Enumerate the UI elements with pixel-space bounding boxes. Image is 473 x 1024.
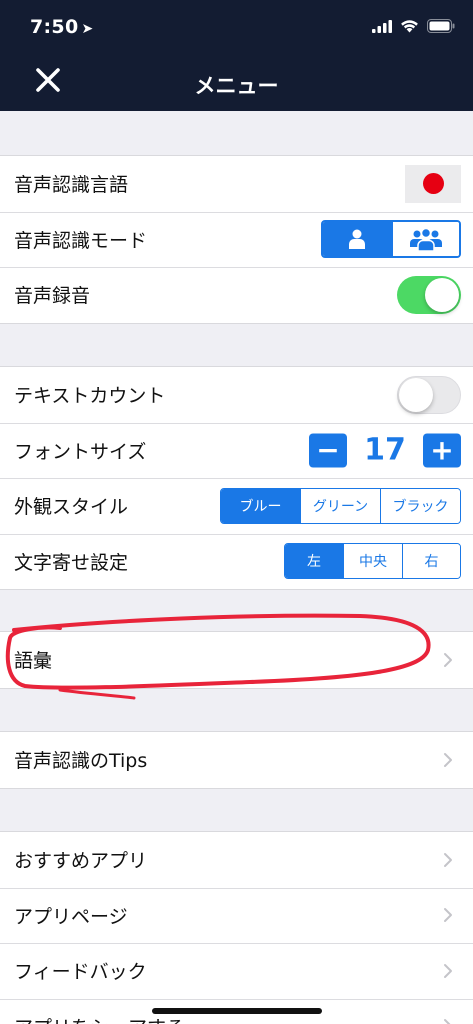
font-size-label: フォントサイズ	[14, 440, 147, 463]
page-title: メニュー	[194, 74, 279, 98]
vocabulary-label: 語彙	[14, 650, 53, 673]
battery-icon	[427, 19, 455, 33]
align-option-right[interactable]: 右	[402, 544, 460, 579]
recommended-apps-row[interactable]: おすすめアプリ	[0, 832, 473, 888]
font-size-row: フォントサイズ − 17 +	[0, 422, 473, 479]
vocabulary-section: 語彙	[0, 631, 473, 689]
chevron-right-icon	[444, 852, 452, 867]
speech-tips-row[interactable]: 音声認識のTips	[0, 732, 473, 788]
speech-mode-label: 音声認識モード	[14, 229, 148, 252]
text-count-row: テキストカウント	[0, 367, 473, 423]
voice-recording-row: 音声録音	[0, 267, 473, 323]
chevron-right-icon	[444, 908, 452, 923]
appearance-style-row: 外観スタイル ブルー グリーン ブラック	[0, 478, 473, 534]
speech-settings-section: 音声認識言語 音声認識モード 音声録音	[0, 155, 473, 324]
toggle-knob	[399, 377, 433, 412]
text-count-label: テキストカウント	[14, 385, 166, 408]
share-app-label: アプリをシェアする	[14, 1013, 185, 1024]
location-arrow-icon: ➤	[81, 21, 94, 37]
speech-tips-label: 音声認識のTips	[14, 750, 148, 773]
font-size-increase-button[interactable]: +	[423, 433, 461, 468]
text-alignment-segmented: 左 中央 右	[284, 543, 461, 580]
toggle-knob	[425, 277, 459, 312]
language-flag-button[interactable]	[405, 164, 461, 203]
wifi-icon	[401, 20, 418, 33]
appearance-style-segmented: ブルー グリーン ブラック	[220, 487, 461, 524]
chevron-right-icon	[444, 963, 452, 978]
voice-recording-toggle[interactable]	[397, 275, 461, 314]
style-option-green[interactable]: グリーン	[300, 488, 380, 523]
home-indicator[interactable]	[152, 1008, 322, 1014]
style-option-blue[interactable]: ブルー	[221, 488, 300, 523]
chevron-right-icon	[444, 1019, 451, 1024]
japan-flag-icon	[422, 173, 444, 195]
nav-header: 7:50 ➤ メニュー	[0, 0, 473, 111]
person-icon	[349, 229, 365, 250]
status-time: 7:50 ➤	[30, 16, 94, 38]
speech-language-row: 音声認識言語	[0, 156, 473, 212]
style-option-black[interactable]: ブラック	[380, 488, 460, 523]
status-icons	[372, 19, 455, 33]
feedback-row[interactable]: フィードバック	[0, 943, 473, 999]
speech-mode-segmented	[321, 220, 461, 259]
font-size-value: 17	[364, 432, 406, 468]
chevron-right-icon	[444, 652, 452, 667]
speech-mode-row: 音声認識モード	[0, 211, 473, 268]
align-option-left[interactable]: 左	[285, 544, 343, 579]
text-count-toggle[interactable]	[397, 375, 461, 414]
text-alignment-label: 文字寄せ設定	[14, 551, 129, 574]
text-alignment-row: 文字寄せ設定 左 中央 右	[0, 533, 473, 590]
chevron-right-icon	[444, 752, 452, 767]
app-page-label: アプリページ	[14, 905, 128, 928]
align-option-center[interactable]: 中央	[343, 544, 402, 579]
font-size-stepper: − 17 +	[309, 433, 461, 468]
appearance-style-label: 外観スタイル	[14, 496, 129, 519]
speech-language-label: 音声認識言語	[14, 174, 129, 197]
apps-section: おすすめアプリ アプリページ フィードバック アプリをシェアする	[0, 831, 473, 1024]
vocabulary-row[interactable]: 語彙	[0, 632, 473, 688]
app-page-row[interactable]: アプリページ	[0, 887, 473, 944]
font-size-decrease-button[interactable]: −	[309, 433, 347, 468]
tips-section: 音声認識のTips	[0, 731, 473, 789]
display-settings-section: テキストカウント フォントサイズ − 17 + 外観スタイル ブルー グリーン …	[0, 366, 473, 590]
multi-speaker-option[interactable]	[391, 222, 459, 257]
voice-recording-label: 音声録音	[14, 285, 91, 308]
signal-icon	[372, 19, 392, 33]
group-icon	[410, 228, 442, 252]
feedback-label: フィードバック	[14, 961, 147, 984]
single-speaker-option[interactable]	[323, 222, 391, 257]
recommended-apps-label: おすすめアプリ	[14, 850, 148, 873]
